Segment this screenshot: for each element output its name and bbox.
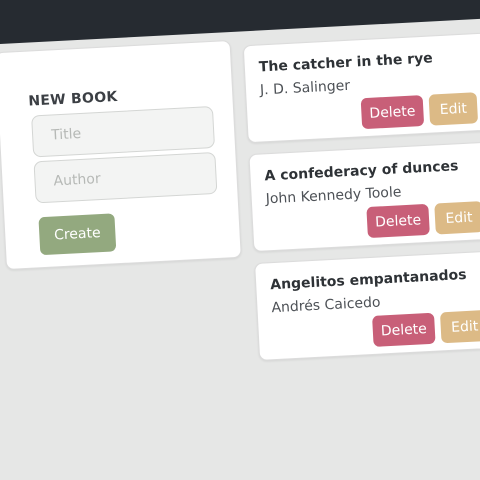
book-card: The catcher in the rye J. D. Salinger De… xyxy=(242,31,480,144)
book-author: J. D. Salinger xyxy=(259,77,351,99)
delete-button[interactable]: Delete xyxy=(360,95,425,130)
delete-button[interactable]: Delete xyxy=(372,312,436,347)
book-title: Angelitos empantanados xyxy=(269,266,467,294)
page: NEW BOOK Create The catcher in the rye J… xyxy=(0,0,480,480)
book-title: The catcher in the rye xyxy=(258,50,434,76)
book-card: A confederacy of dunces John Kennedy Too… xyxy=(248,140,480,253)
book-author: John Kennedy Toole xyxy=(265,184,402,208)
delete-button[interactable]: Delete xyxy=(366,203,430,239)
app-view: NEW BOOK Create The catcher in the rye J… xyxy=(0,0,480,479)
title-input[interactable] xyxy=(31,106,216,158)
create-button[interactable]: Create xyxy=(38,213,117,256)
author-input[interactable] xyxy=(33,151,218,204)
book-author: Andrés Caicedo xyxy=(271,294,381,317)
edit-button[interactable]: Edit xyxy=(434,201,480,235)
book-card: Angelitos empantanados Andrés Caicedo De… xyxy=(254,248,480,361)
edit-button[interactable]: Edit xyxy=(428,92,479,126)
new-book-heading: NEW BOOK xyxy=(27,88,118,110)
new-book-card: NEW BOOK Create xyxy=(0,39,242,271)
book-title: A confederacy of dunces xyxy=(264,158,459,185)
edit-button[interactable]: Edit xyxy=(439,309,480,344)
